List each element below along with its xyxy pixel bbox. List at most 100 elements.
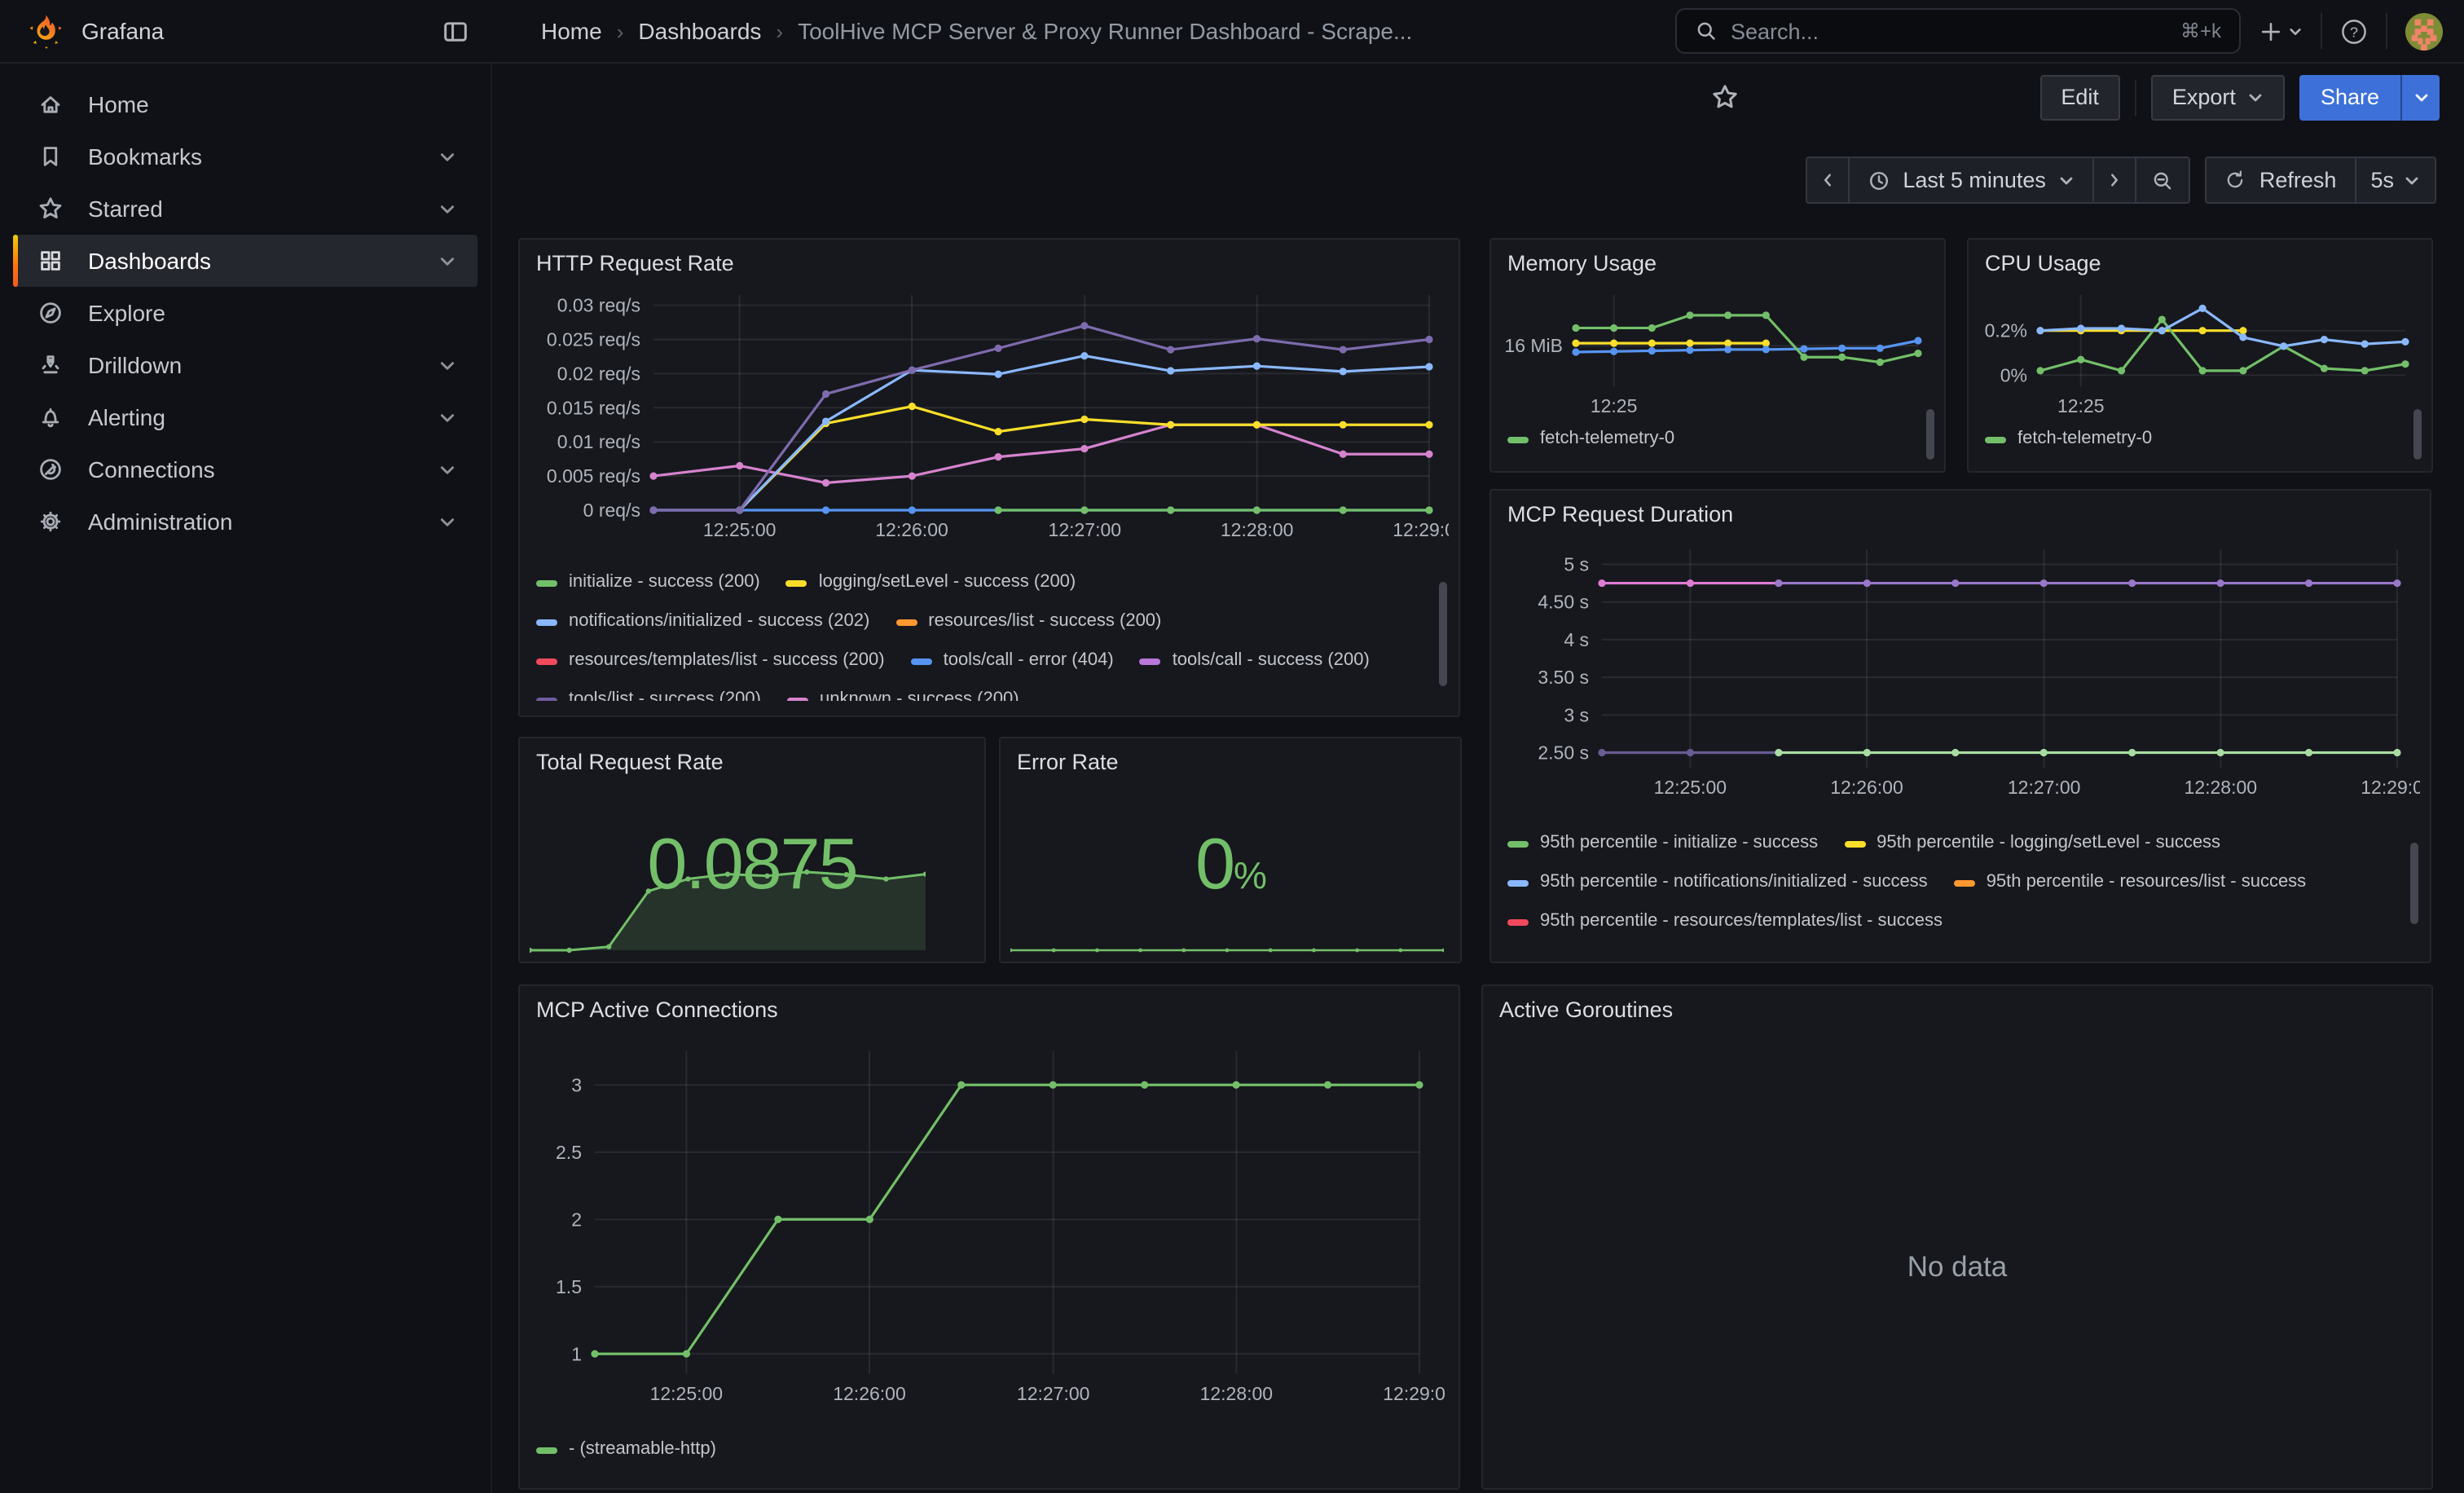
sidebar-item-label: Explore [88, 300, 165, 326]
sidebar-item-bookmarks[interactable]: Bookmarks [13, 130, 477, 183]
mcp-active-connections-chart[interactable]: 32.521.5112:25:0012:26:0012:27:0012:28:0… [526, 1035, 1445, 1423]
legend-label: tools/list - success (200) [569, 689, 761, 701]
cpu-usage-chart[interactable]: 0.2%0%12:25 [1972, 282, 2422, 416]
legend-item[interactable]: resources/templates/list - success (200) [536, 650, 885, 672]
legend-item[interactable]: 95th percentile - notifications/initiali… [1507, 872, 1928, 893]
panel-title[interactable]: Active Goroutines [1483, 986, 2431, 1022]
breadcrumb-current: ToolHive MCP Server & Proxy Runner Dashb… [798, 18, 1412, 44]
chevron-down-icon[interactable] [438, 200, 456, 218]
legend-item[interactable]: 95th percentile - logging/setLevel - suc… [1844, 833, 2220, 854]
svg-text:0.015 req/s: 0.015 req/s [547, 397, 640, 418]
sidebar-item-explore[interactable]: Explore [13, 287, 477, 339]
sidebar-item-connections[interactable]: Connections [13, 443, 477, 495]
legend-item[interactable]: - (streamable-http) [536, 1439, 716, 1460]
svg-text:12:25:00: 12:25:00 [650, 1383, 724, 1404]
panel-error-rate: Error Rate 0% [999, 737, 1462, 963]
search-input[interactable]: Search... ⌘+k [1675, 8, 2241, 54]
chevron-down-icon[interactable] [438, 408, 456, 426]
refresh-icon [2225, 170, 2246, 191]
panel-title[interactable]: CPU Usage [1969, 240, 2431, 275]
panel-title[interactable]: MCP Active Connections [520, 986, 1459, 1022]
error-rate-sparkline[interactable] [1010, 937, 1444, 957]
refresh-interval-label: 5s [2370, 168, 2394, 192]
grafana-app: Grafana Home › Dashboards › ToolHive MCP… [0, 0, 2464, 1493]
active-indicator [13, 235, 18, 287]
legend-label: fetch-telemetry-0 [2017, 429, 2152, 450]
chevron-down-icon[interactable] [438, 356, 456, 374]
legend-item[interactable]: initialize - success (200) [536, 572, 760, 593]
legend-item[interactable]: logging/setLevel - success (200) [786, 572, 1076, 593]
time-shift-forward-button[interactable] [2093, 156, 2137, 204]
help-button[interactable]: ? [2340, 17, 2368, 45]
panel-memory-usage: Memory Usage 16 MiB12:25 fetch-telemetry… [1489, 238, 1946, 473]
legend-color-dot [1507, 436, 1529, 443]
sidebar-item-starred[interactable]: Starred [13, 183, 477, 235]
legend-scrollbar[interactable] [2413, 409, 2422, 460]
svg-text:12:26:00: 12:26:00 [875, 519, 948, 540]
svg-text:0.2%: 0.2% [1985, 320, 2027, 341]
share-button[interactable]: Share [2299, 74, 2400, 120]
home-icon [37, 91, 64, 117]
sidebar-item-administration[interactable]: Administration [13, 495, 477, 548]
legend-color-dot [1507, 918, 1529, 925]
sidebar-item-label: Connections [88, 456, 215, 482]
time-range-picker[interactable]: Last 5 minutes [1847, 156, 2095, 204]
cpu-usage-legend: fetch-telemetry-0 [1985, 429, 2392, 455]
avatar[interactable] [2405, 12, 2443, 50]
sidebar-item-drilldown[interactable]: Drilldown [13, 339, 477, 391]
time-shift-back-button[interactable] [1805, 156, 1849, 204]
sidebar-toggle-icon[interactable] [442, 17, 469, 45]
chevron-down-icon[interactable] [438, 148, 456, 165]
toolbar-divider [2135, 79, 2136, 115]
svg-text:12:28:00: 12:28:00 [2185, 777, 2258, 798]
legend-item[interactable]: tools/list - success (200) [536, 689, 761, 701]
breadcrumb-home[interactable]: Home [541, 18, 602, 44]
export-button[interactable]: Export [2151, 74, 2285, 120]
legend-item[interactable]: 95th percentile - initialize - success [1507, 833, 1818, 854]
legend-label: resources/templates/list - success (200) [569, 650, 885, 672]
legend-item[interactable]: resources/list - success (200) [895, 611, 1161, 632]
legend-item[interactable]: fetch-telemetry-0 [1507, 429, 1674, 450]
refresh-button[interactable]: Refresh [2206, 156, 2356, 204]
legend-item[interactable]: fetch-telemetry-0 [1985, 429, 2152, 450]
help-icon: ? [2340, 17, 2368, 45]
legend-scrollbar[interactable] [1926, 409, 1934, 460]
edit-button[interactable]: Edit [2039, 74, 2120, 120]
refresh-interval-picker[interactable]: 5s [2354, 156, 2436, 204]
legend-item[interactable]: notifications/initialized - success (202… [536, 611, 869, 632]
legend-item[interactable]: unknown - success (200) [787, 689, 1019, 701]
panel-title[interactable]: MCP Request Duration [1491, 491, 2430, 526]
legend-color-dot [1507, 840, 1529, 847]
chevron-down-icon[interactable] [438, 513, 456, 531]
mcp-request-duration-chart[interactable]: 5 s4.50 s4 s3.50 s3 s2.50 s12:25:0012:26… [1498, 533, 2420, 813]
share-dropdown-button[interactable] [2400, 74, 2440, 120]
legend-item[interactable]: 95th percentile - resources/list - succe… [1954, 872, 2307, 893]
sidebar-item-home[interactable]: Home [13, 78, 477, 130]
panel-total-request-rate: Total Request Rate 0.0875 [518, 737, 986, 963]
legend-item[interactable]: tools/call - error (404) [911, 650, 1114, 672]
chevron-down-icon[interactable] [438, 252, 456, 270]
legend-item[interactable]: tools/call - success (200) [1140, 650, 1370, 672]
legend-scrollbar[interactable] [1439, 582, 1447, 686]
dashboards-grid-icon [37, 248, 64, 274]
favorite-star-button[interactable] [1710, 83, 1738, 111]
http-request-rate-chart[interactable]: 0.03 req/s0.025 req/s0.02 req/s0.015 req… [526, 282, 1449, 553]
legend-scrollbar[interactable] [2410, 843, 2418, 924]
memory-usage-chart[interactable]: 16 MiB12:25 [1494, 282, 1934, 416]
panel-title[interactable]: Error Rate [1001, 738, 1460, 774]
panel-title[interactable]: HTTP Request Rate [520, 240, 1459, 275]
chevron-down-icon[interactable] [438, 460, 456, 478]
compass-icon [37, 300, 64, 326]
add-new-button[interactable] [2259, 19, 2303, 43]
legend-color-dot [895, 619, 917, 625]
zoom-out-time-button[interactable] [2136, 156, 2191, 204]
legend-item[interactable]: 95th percentile - resources/templates/li… [1507, 911, 1943, 932]
sidebar-item-label: Bookmarks [88, 143, 202, 170]
mcp-request-duration-legend: 95th percentile - initialize - success 95… [1507, 833, 2394, 960]
panel-title[interactable]: Total Request Rate [520, 738, 984, 774]
breadcrumb-dashboards[interactable]: Dashboards [638, 18, 761, 44]
sidebar-item-dashboards[interactable]: Dashboards [13, 235, 477, 287]
panel-title[interactable]: Memory Usage [1491, 240, 1944, 275]
breadcrumb-separator: › [776, 19, 783, 43]
sidebar-item-alerting[interactable]: Alerting [13, 391, 477, 443]
